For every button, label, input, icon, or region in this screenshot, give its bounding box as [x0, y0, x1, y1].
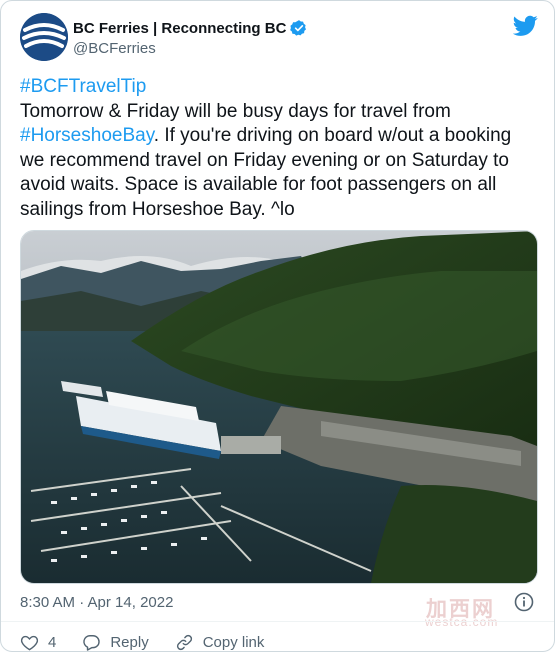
tweet-actions: 4 Reply Copy link	[20, 633, 290, 651]
tweet-header: BC Ferries | Reconnecting BC @BCFerries	[20, 13, 540, 63]
hashtag-bcftraveltip[interactable]: #BCFTravelTip	[20, 76, 146, 97]
copy-link-button[interactable]: Copy link	[175, 633, 265, 651]
tweet-timestamp[interactable]: 8:30 AM · Apr 14, 2022	[20, 594, 173, 611]
display-name-text[interactable]: BC Ferries | Reconnecting BC	[73, 20, 286, 37]
like-button[interactable]: 4	[20, 633, 57, 651]
twitter-bird-icon[interactable]	[513, 15, 538, 37]
tweet-card: BC Ferries | Reconnecting BC @BCFerries …	[0, 0, 555, 652]
account-handle[interactable]: @BCFerries	[73, 40, 308, 57]
like-count: 4	[48, 634, 57, 651]
tweet-photo[interactable]	[20, 230, 538, 584]
copy-link-label: Copy link	[202, 634, 265, 651]
account-names: BC Ferries | Reconnecting BC @BCFerries	[73, 19, 308, 57]
verified-badge-icon	[290, 20, 307, 36]
hashtag-horseshoebay[interactable]: #HorseshoeBay	[20, 125, 154, 146]
tweet-text: #BCFTravelTip Tomorrow & Friday will be …	[20, 75, 540, 222]
reply-button[interactable]: Reply	[82, 633, 149, 651]
tweet-text-part-1: Tomorrow & Friday will be busy days for …	[20, 100, 451, 122]
heart-icon	[20, 635, 39, 651]
reply-icon	[83, 635, 101, 651]
divider	[1, 621, 554, 622]
info-icon[interactable]	[514, 592, 534, 612]
link-icon	[176, 634, 192, 651]
display-name[interactable]: BC Ferries | Reconnecting BC	[73, 19, 308, 37]
reply-label: Reply	[110, 634, 149, 651]
watermark-url: westca.com	[425, 615, 499, 629]
bc-ferries-logo-icon[interactable]	[20, 13, 68, 61]
